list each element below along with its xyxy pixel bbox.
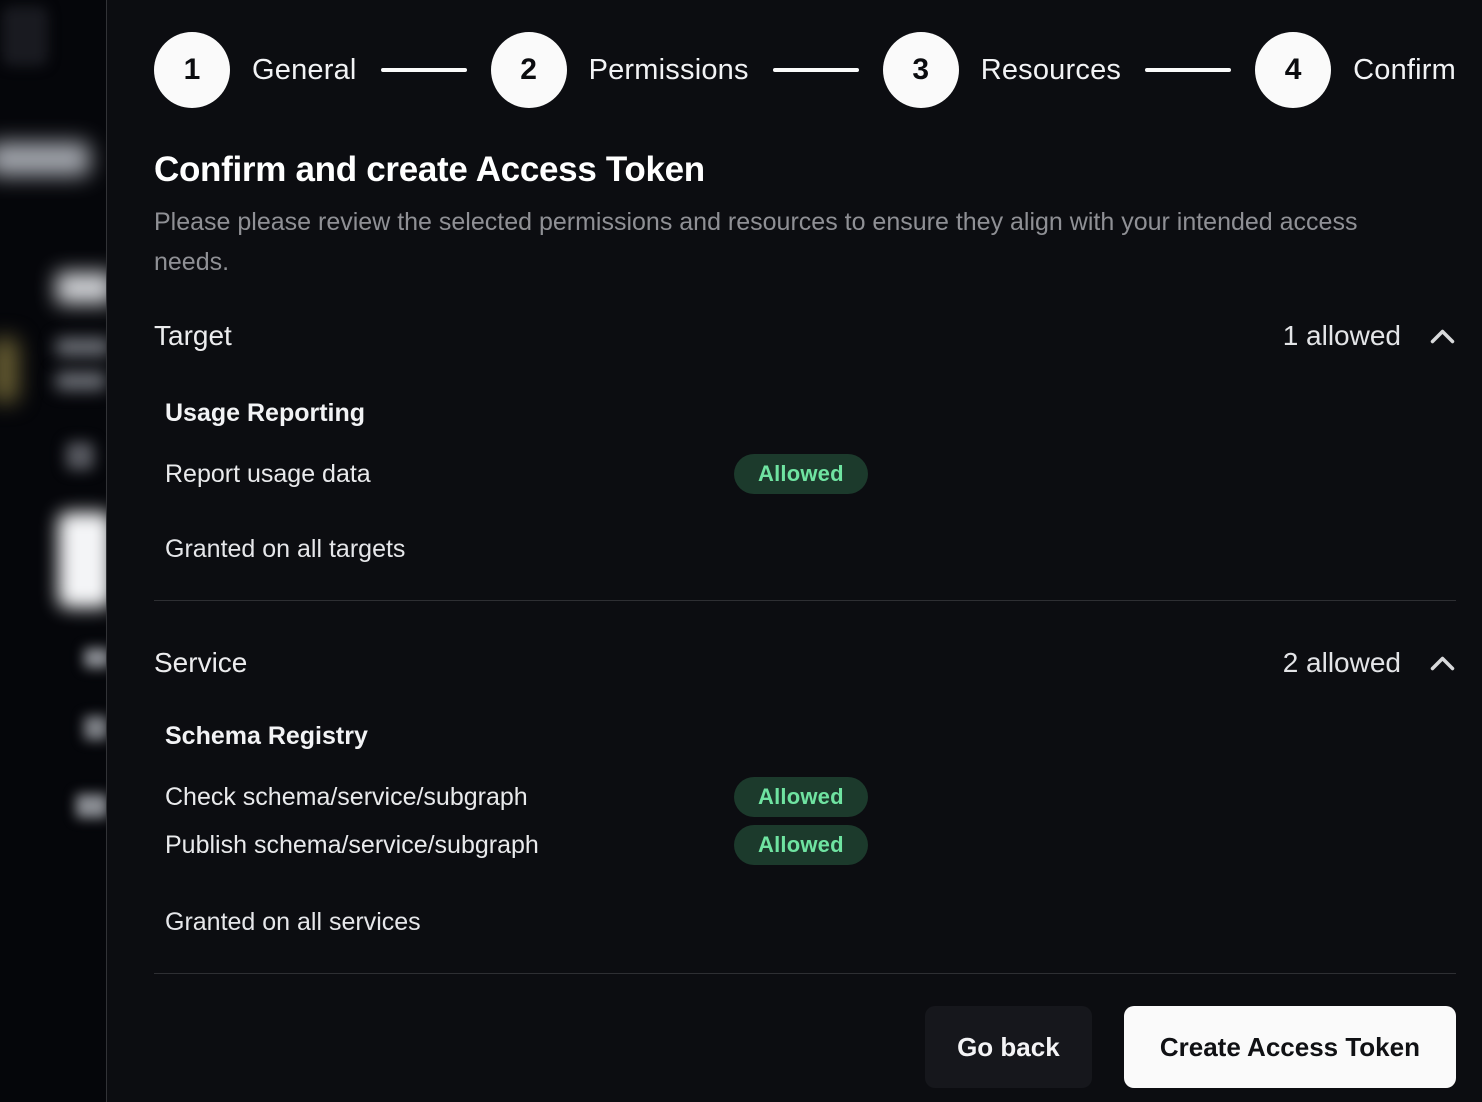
permission-label: Check schema/service/subgraph: [165, 783, 734, 812]
chevron-up-icon[interactable]: [1429, 328, 1456, 345]
section-toggle-service[interactable]: 2 allowed: [1283, 647, 1456, 679]
blurred-text-line: [76, 794, 106, 818]
chevron-up-icon[interactable]: [1429, 655, 1456, 672]
section-header-target: Target 1 allowed: [154, 316, 1456, 356]
section-toggle-target[interactable]: 1 allowed: [1283, 320, 1456, 352]
blurred-page-heading: [56, 272, 106, 304]
status-badge-allowed: Allowed: [734, 825, 868, 865]
stepper-step-resources[interactable]: 3 Resources: [883, 32, 1121, 108]
blurred-icon: [66, 442, 94, 470]
step-number-badge[interactable]: 1: [154, 32, 230, 108]
status-badge-allowed: Allowed: [734, 454, 868, 494]
section-title: Service: [154, 647, 247, 679]
allowed-count: 2 allowed: [1283, 647, 1401, 679]
allowed-count: 1 allowed: [1283, 320, 1401, 352]
create-access-token-button[interactable]: Create Access Token: [1124, 1006, 1456, 1088]
permission-label: Publish schema/service/subgraph: [165, 831, 734, 860]
permission-row: Publish schema/service/subgraph Allowed: [154, 825, 1456, 865]
page-subtitle: Please please review the selected permis…: [154, 202, 1384, 282]
status-badge-allowed: Allowed: [734, 777, 868, 817]
stepper-step-confirm[interactable]: 4 Confirm: [1255, 32, 1456, 108]
page-title: Confirm and create Access Token: [154, 150, 1456, 190]
granted-note: Granted on all services: [154, 907, 1456, 937]
permission-label: Report usage data: [165, 460, 734, 489]
footer-divider: [154, 973, 1456, 974]
stepper-connector: [1145, 68, 1231, 72]
stepper-connector: [773, 68, 859, 72]
permission-group-name: Usage Reporting: [154, 398, 1456, 428]
blurred-app-logo: [2, 6, 48, 66]
step-label: Resources: [981, 54, 1121, 87]
step-label: General: [252, 54, 357, 87]
section-header-service: Service 2 allowed: [154, 643, 1456, 683]
step-label: Permissions: [589, 54, 749, 87]
step-number-badge[interactable]: 3: [883, 32, 959, 108]
background-page-blurred: [0, 0, 106, 1102]
blurred-text-line: [84, 648, 106, 668]
blurred-text-line: [56, 372, 106, 390]
stepper-connector: [381, 68, 467, 72]
step-label: Confirm: [1353, 54, 1456, 87]
step-number-badge[interactable]: 2: [491, 32, 567, 108]
wizard-stepper: 1 General 2 Permissions 3 Resources 4 Co…: [154, 32, 1456, 108]
permission-row: Report usage data Allowed: [154, 454, 1456, 494]
section-divider: [154, 600, 1456, 601]
step-number-badge[interactable]: 4: [1255, 32, 1331, 108]
stepper-step-permissions[interactable]: 2 Permissions: [491, 32, 749, 108]
stepper-step-general[interactable]: 1 General: [154, 32, 357, 108]
permission-row: Check schema/service/subgraph Allowed: [154, 777, 1456, 817]
blurred-white-button: [58, 512, 106, 608]
section-title: Target: [154, 320, 232, 352]
create-access-token-modal: 1 General 2 Permissions 3 Resources 4 Co…: [106, 0, 1482, 1102]
blurred-warning-banner: [0, 338, 18, 402]
blurred-text-line: [84, 716, 106, 740]
blurred-text-line: [56, 338, 106, 356]
blurred-nav-item: [0, 142, 90, 176]
granted-note: Granted on all targets: [154, 534, 1456, 564]
wizard-footer: Go back Create Access Token: [154, 1006, 1456, 1088]
permission-group-name: Schema Registry: [154, 721, 1456, 751]
go-back-button[interactable]: Go back: [925, 1006, 1092, 1088]
